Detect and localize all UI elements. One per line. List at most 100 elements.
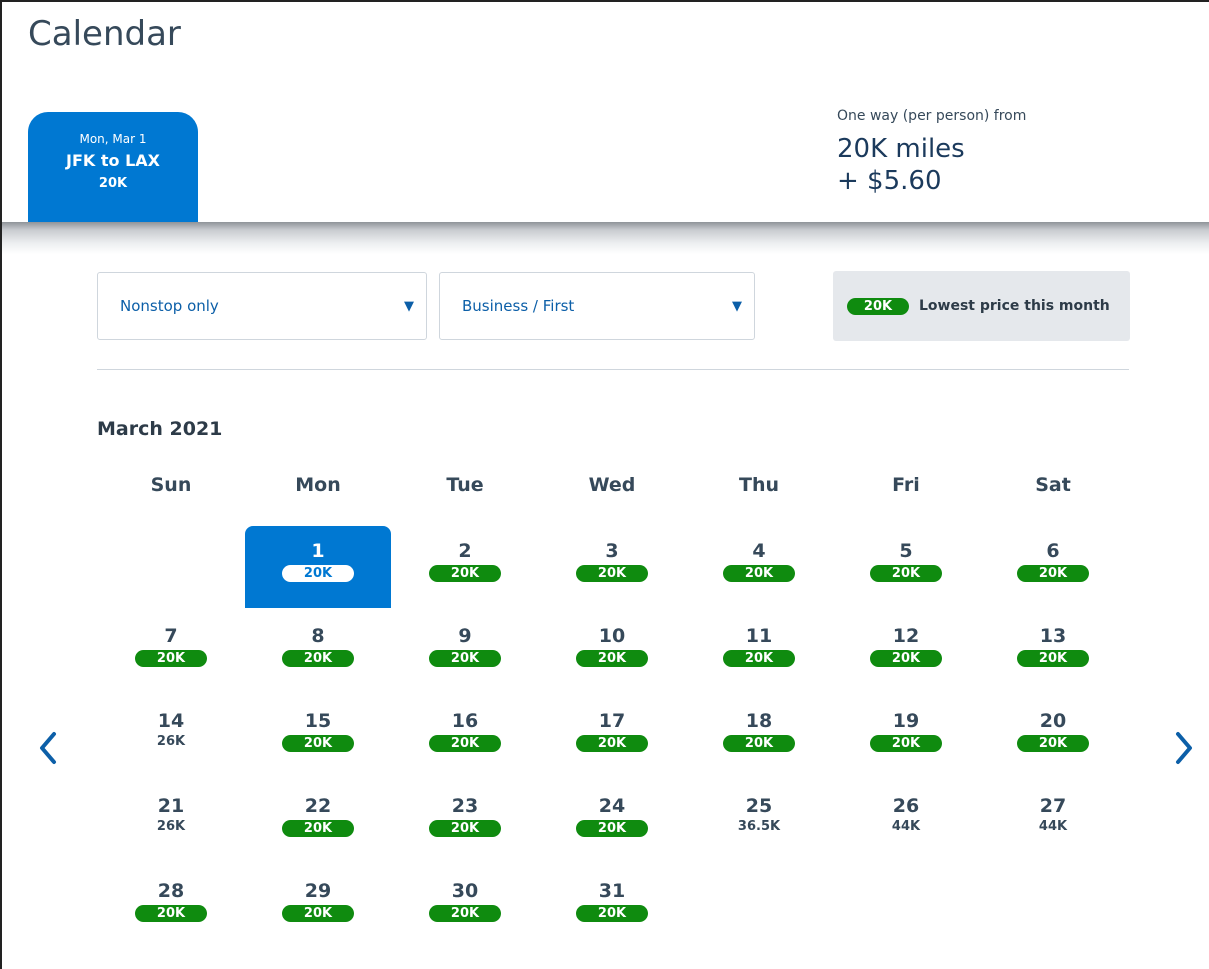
calendar-day-22[interactable]: 22 20K bbox=[245, 781, 391, 863]
calendar-day-31[interactable]: 31 20K bbox=[539, 866, 685, 948]
day-number: 4 bbox=[752, 540, 766, 562]
stops-select-value: Nonstop only bbox=[120, 297, 219, 315]
day-number: 22 bbox=[304, 795, 332, 817]
day-number: 16 bbox=[451, 710, 479, 732]
calendar-day-15[interactable]: 15 20K bbox=[245, 696, 391, 778]
fare-summary: One way (per person) from 20K miles + $5… bbox=[837, 108, 1026, 196]
weekday-tue: Tue bbox=[446, 474, 484, 496]
calendar-day-6[interactable]: 6 20K bbox=[980, 526, 1126, 608]
stops-select[interactable]: Nonstop only ▼ bbox=[97, 272, 427, 340]
lowest-price-badge: 20K bbox=[282, 650, 354, 667]
fare-fees: + $5.60 bbox=[837, 166, 942, 196]
calendar-day-3[interactable]: 3 20K bbox=[539, 526, 685, 608]
cabin-select[interactable]: Business / First ▼ bbox=[439, 272, 755, 340]
day-number: 15 bbox=[304, 710, 332, 732]
day-number: 23 bbox=[451, 795, 479, 817]
day-number: 2 bbox=[458, 540, 472, 562]
lowest-price-badge: 20K bbox=[429, 735, 501, 752]
day-number: 3 bbox=[605, 540, 619, 562]
lowest-price-badge: 20K bbox=[429, 650, 501, 667]
calendar-day-10[interactable]: 10 20K bbox=[539, 611, 685, 693]
weekday-fri: Fri bbox=[892, 474, 920, 496]
day-number: 12 bbox=[892, 625, 920, 647]
lowest-price-badge: 20K bbox=[1017, 735, 1089, 752]
trip-tab-jfk-lax[interactable]: Mon, Mar 1 JFK to LAX 20K bbox=[28, 112, 198, 222]
lowest-price-badge: 20K bbox=[576, 820, 648, 837]
lowest-price-badge: 20K bbox=[429, 905, 501, 922]
calendar-day-11[interactable]: 11 20K bbox=[686, 611, 832, 693]
calendar-day-16[interactable]: 16 20K bbox=[392, 696, 538, 778]
day-number: 11 bbox=[745, 625, 773, 647]
window-top-border bbox=[2, 0, 1209, 2]
lowest-price-badge: 20K bbox=[870, 735, 942, 752]
calendar-day-5[interactable]: 5 20K bbox=[833, 526, 979, 608]
header-shadow bbox=[2, 222, 1209, 254]
calendar-day-18[interactable]: 18 20K bbox=[686, 696, 832, 778]
calendar-day-2[interactable]: 2 20K bbox=[392, 526, 538, 608]
previous-month-button[interactable] bbox=[34, 728, 64, 768]
day-number: 8 bbox=[311, 625, 325, 647]
weekday-wed: Wed bbox=[588, 474, 636, 496]
calendar-day-19[interactable]: 19 20K bbox=[833, 696, 979, 778]
legend-price-pill: 20K bbox=[847, 297, 909, 315]
lowest-price-badge: 20K bbox=[135, 905, 207, 922]
day-number: 19 bbox=[892, 710, 920, 732]
lowest-price-badge: 20K bbox=[870, 565, 942, 582]
weekday-mon: Mon bbox=[295, 474, 341, 496]
calendar-day-4[interactable]: 4 20K bbox=[686, 526, 832, 608]
calendar-day-24[interactable]: 24 20K bbox=[539, 781, 685, 863]
day-number: 20 bbox=[1039, 710, 1067, 732]
day-number: 1 bbox=[311, 540, 325, 562]
calendar-day-25[interactable]: 25 36.5K bbox=[686, 781, 832, 863]
calendar-day-21[interactable]: 21 26K bbox=[98, 781, 244, 863]
calendar-day-9[interactable]: 9 20K bbox=[392, 611, 538, 693]
day-number: 17 bbox=[598, 710, 626, 732]
next-month-button[interactable] bbox=[1168, 728, 1198, 768]
lowest-price-badge: 20K bbox=[576, 735, 648, 752]
day-number: 24 bbox=[598, 795, 626, 817]
calendar-day-13[interactable]: 13 20K bbox=[980, 611, 1126, 693]
lowest-price-badge: 20K bbox=[282, 735, 354, 752]
calendar-day-27[interactable]: 27 44K bbox=[980, 781, 1126, 863]
calendar-day-23[interactable]: 23 20K bbox=[392, 781, 538, 863]
trip-tab-price: 20K bbox=[98, 176, 128, 191]
caret-down-icon: ▼ bbox=[404, 298, 414, 314]
calendar-day-8[interactable]: 8 20K bbox=[245, 611, 391, 693]
day-number: 29 bbox=[304, 880, 332, 902]
month-title: March 2021 bbox=[97, 418, 223, 440]
lowest-price-badge: 20K bbox=[576, 565, 648, 582]
calendar-day-14[interactable]: 14 26K bbox=[98, 696, 244, 778]
calendar-day-7[interactable]: 7 20K bbox=[98, 611, 244, 693]
day-number: 7 bbox=[164, 625, 178, 647]
day-price: 26K bbox=[156, 819, 186, 834]
divider bbox=[97, 369, 1129, 370]
trip-tab-date: Mon, Mar 1 bbox=[79, 132, 147, 146]
calendar-day-26[interactable]: 26 44K bbox=[833, 781, 979, 863]
calendar-day-28[interactable]: 28 20K bbox=[98, 866, 244, 948]
calendar-day-29[interactable]: 29 20K bbox=[245, 866, 391, 948]
fare-miles: 20K miles bbox=[837, 134, 965, 164]
day-number: 31 bbox=[598, 880, 626, 902]
day-number: 6 bbox=[1046, 540, 1060, 562]
calendar-day-12[interactable]: 12 20K bbox=[833, 611, 979, 693]
weekday-sat: Sat bbox=[1035, 474, 1071, 496]
lowest-price-badge: 20K bbox=[1017, 650, 1089, 667]
weekday-sun: Sun bbox=[150, 474, 192, 496]
calendar-day-30[interactable]: 30 20K bbox=[392, 866, 538, 948]
day-number: 26 bbox=[892, 795, 920, 817]
day-price: 26K bbox=[156, 734, 186, 749]
legend-text: Lowest price this month bbox=[919, 298, 1110, 314]
calendar-day-17[interactable]: 17 20K bbox=[539, 696, 685, 778]
lowest-price-legend: 20K Lowest price this month bbox=[833, 271, 1130, 341]
day-number: 14 bbox=[157, 710, 185, 732]
lowest-price-badge: 20K bbox=[429, 820, 501, 837]
calendar-day-20[interactable]: 20 20K bbox=[980, 696, 1126, 778]
lowest-price-badge: 20K bbox=[723, 565, 795, 582]
weekday-thu: Thu bbox=[738, 474, 779, 496]
lowest-price-badge: 20K bbox=[282, 565, 354, 582]
lowest-price-badge: 20K bbox=[282, 820, 354, 837]
day-number: 28 bbox=[157, 880, 185, 902]
day-number: 21 bbox=[157, 795, 185, 817]
page-title: Calendar bbox=[28, 14, 181, 54]
calendar-day-1[interactable]: 1 20K bbox=[245, 526, 391, 608]
